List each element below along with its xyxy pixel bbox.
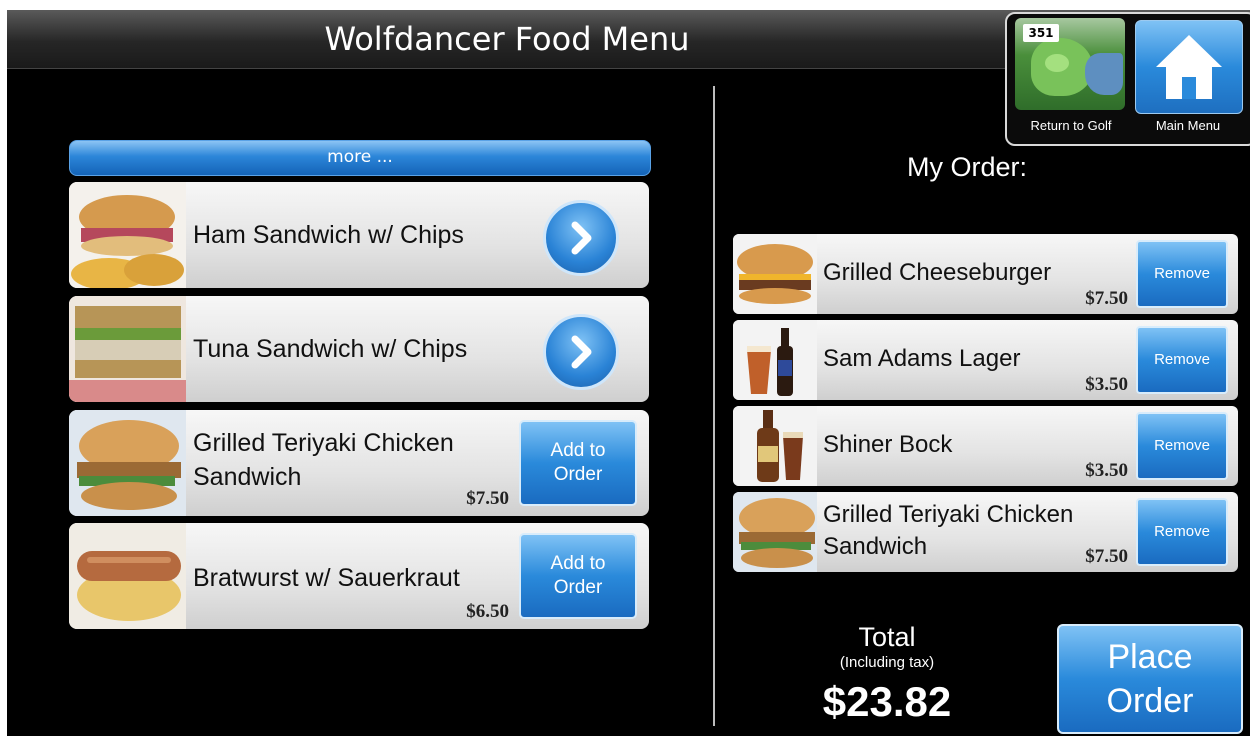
cheeseburger-image [733,234,817,314]
order-item-price: $3.50 [1085,374,1128,395]
green-image [1045,54,1069,72]
order-item-name-line2: Sandwich [823,533,928,560]
main-menu-button[interactable] [1135,20,1243,114]
menu-item-teriyaki-chicken[interactable]: Grilled Teriyaki Chicken Sandwich $7.50 … [69,410,649,516]
order-item-price: $7.50 [1085,546,1128,567]
order-item-name: Shiner Bock [823,431,953,458]
add-label-line2: Order [553,577,603,598]
order-title: My Order: [907,152,1028,182]
item-name-line1: Grilled Teriyaki Chicken [193,429,454,457]
ham-sandwich-image [69,182,186,288]
remove-button[interactable]: Remove [1136,498,1228,566]
add-label-line2: Order [553,464,603,485]
place-order-line2: Order [1106,682,1194,720]
item-name: Bratwurst w/ Sauerkraut [193,564,460,592]
chevron-right-icon [571,221,592,255]
order-item: Grilled Teriyaki Chicken Sandwich $7.50 … [733,492,1238,572]
kiosk-screen: Wolfdancer Food Menu 351 Return to Golf … [7,10,1250,736]
item-name: Ham Sandwich w/ Chips [193,221,464,249]
item-name: Tuna Sandwich w/ Chips [193,335,468,363]
bratwurst-image [69,523,186,629]
place-order-line1: Place [1107,638,1193,676]
remove-button[interactable]: Remove [1136,412,1228,480]
add-label-line1: Add to [550,440,606,461]
remove-button[interactable]: Remove [1136,326,1228,394]
teriyaki-chicken-image [733,492,817,572]
more-button[interactable]: more ... [69,140,651,176]
total-label: Total [858,622,916,652]
order-item-price: $3.50 [1085,460,1128,481]
add-to-order-button[interactable]: Add to Order [519,420,637,506]
order-item-name-line1: Grilled Teriyaki Chicken [823,501,1074,528]
menu-item-tuna-sandwich[interactable]: Tuna Sandwich w/ Chips [69,296,649,402]
page-title: Wolfdancer Food Menu [324,20,690,58]
return-to-golf-button[interactable]: 351 [1015,18,1125,110]
home-icon [1156,35,1222,99]
tuna-sandwich-image [69,296,186,402]
place-order-button[interactable]: Place Order [1057,624,1243,734]
return-to-golf-label: Return to Golf [1030,118,1112,133]
add-to-order-button[interactable]: Add to Order [519,533,637,619]
menu-item-bratwurst[interactable]: Bratwurst w/ Sauerkraut $6.50 Add to Ord… [69,523,649,629]
add-label-line1: Add to [550,553,606,574]
order-item-name: Sam Adams Lager [823,345,1021,372]
order-item-name: Grilled Cheeseburger [823,259,1052,286]
menu-item-ham-sandwich[interactable]: Ham Sandwich w/ Chips [69,182,649,288]
total-note: (Including tax) [839,654,935,671]
teriyaki-chicken-image [69,410,186,516]
sam-adams-image [733,320,817,400]
details-arrow-button[interactable] [543,314,619,390]
order-item: Shiner Bock $3.50 Remove [733,406,1238,486]
order-item: Sam Adams Lager $3.50 Remove [733,320,1238,400]
lake-image [1085,53,1123,95]
total-amount: $23.82 [822,678,952,725]
main-menu-label: Main Menu [1155,118,1221,133]
nav-panel: 351 Return to Golf Main Menu [1005,12,1250,146]
chevron-right-icon [571,335,592,369]
order-item: Grilled Cheeseburger $7.50 Remove [733,234,1238,314]
hole-yardage-badge: 351 [1023,24,1059,42]
column-divider [713,86,715,726]
item-price: $7.50 [466,488,509,509]
item-price: $6.50 [466,601,509,622]
shiner-bock-image [733,406,817,486]
item-name-line2: Sandwich [193,463,302,491]
remove-button[interactable]: Remove [1136,240,1228,308]
order-item-price: $7.50 [1085,288,1128,309]
details-arrow-button[interactable] [543,200,619,276]
